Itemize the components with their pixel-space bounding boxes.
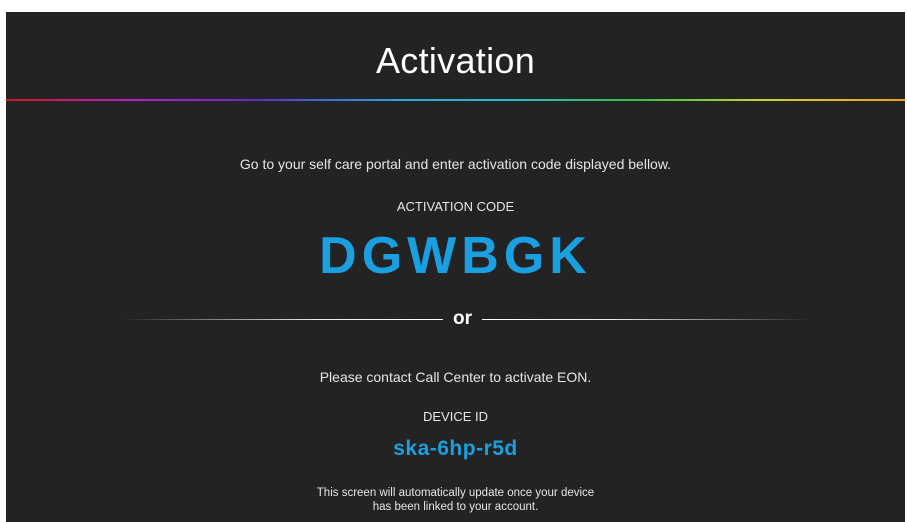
or-text: or (453, 308, 472, 329)
activation-code-label: ACTIVATION CODE (396, 199, 515, 214)
auto-update-note-line-1: This screen will automatically update on… (316, 487, 595, 499)
device-id-value: ska-6hp-r5d (393, 437, 518, 460)
page-title: Activation (375, 40, 536, 81)
or-separator: or (6, 308, 905, 332)
auto-update-note: This screen will automatically update on… (6, 486, 905, 514)
rainbow-divider (6, 99, 905, 101)
separator-line-left (121, 319, 443, 320)
auto-update-note-line-2: has been linked to your account. (372, 501, 539, 513)
separator-line-right (482, 319, 812, 320)
portal-instruction-text: Go to your self care portal and enter ac… (239, 156, 672, 172)
activation-screen: Activation Go to your self care portal a… (6, 12, 905, 522)
device-id-label: DEVICE ID (422, 409, 488, 424)
activation-code: DGWBGK (319, 227, 592, 285)
call-center-instruction-text: Please contact Call Center to activate E… (319, 369, 592, 385)
